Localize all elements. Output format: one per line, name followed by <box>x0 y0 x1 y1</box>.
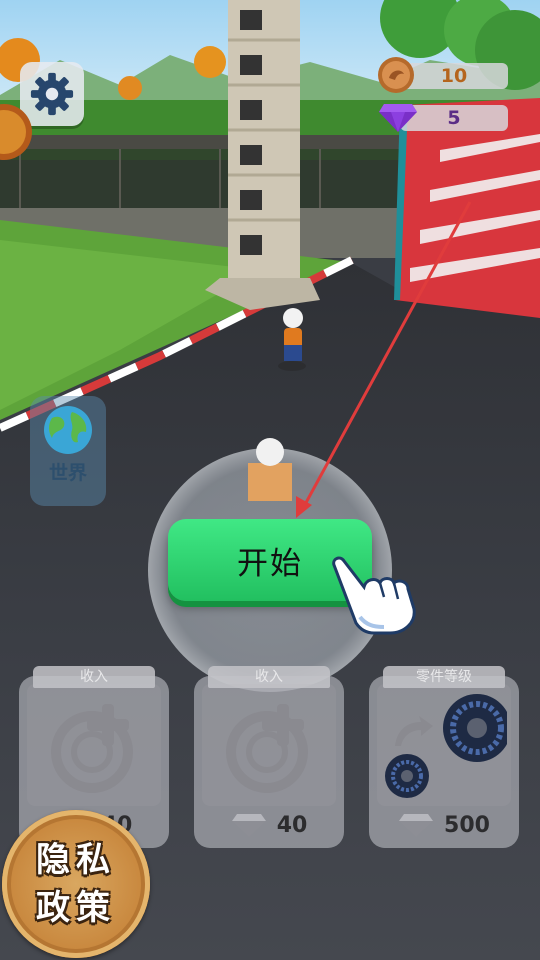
card-tab-label: 收入 <box>33 666 155 688</box>
card-tab-label: 收入 <box>208 666 330 688</box>
card-tab-label: 零件等级 <box>383 666 505 688</box>
card-icon-panel <box>377 684 511 806</box>
tire-upgrade-icon <box>385 694 507 798</box>
coin-icon <box>377 56 415 98</box>
card-icon-panel <box>27 684 161 806</box>
diamond-icon <box>399 814 434 837</box>
price-value: 500 <box>444 812 490 838</box>
tire-plus-icon <box>51 704 133 793</box>
upgrade-card-part-level[interactable]: 零件等级 500 <box>369 666 519 848</box>
tire-plus-icon <box>226 704 308 793</box>
start-label: 开始 <box>237 545 303 582</box>
pointing-hand-icon <box>330 553 425 639</box>
privacy-policy-label: 隐私政策 <box>36 840 116 928</box>
side-badge-icon <box>0 104 32 160</box>
upgrade-card-income-2[interactable]: 收入 40 <box>194 666 344 848</box>
card-icon-panel <box>202 684 336 806</box>
globe-icon <box>44 406 92 454</box>
gem-count: 5 <box>447 107 461 129</box>
gem-icon <box>378 100 418 138</box>
card-price: 500 <box>369 812 519 838</box>
coin-counter: 10 <box>400 63 508 89</box>
gear-icon <box>30 72 74 116</box>
side-badge[interactable] <box>0 100 32 164</box>
world-button[interactable]: 世界 <box>30 396 106 506</box>
coin-count: 10 <box>440 65 468 87</box>
world-label: 世界 <box>48 462 87 484</box>
price-value: 40 <box>276 812 308 838</box>
card-price: 40 <box>194 812 344 838</box>
diamond-icon <box>231 814 266 837</box>
privacy-policy-button[interactable]: 隐私政策 <box>2 810 150 958</box>
